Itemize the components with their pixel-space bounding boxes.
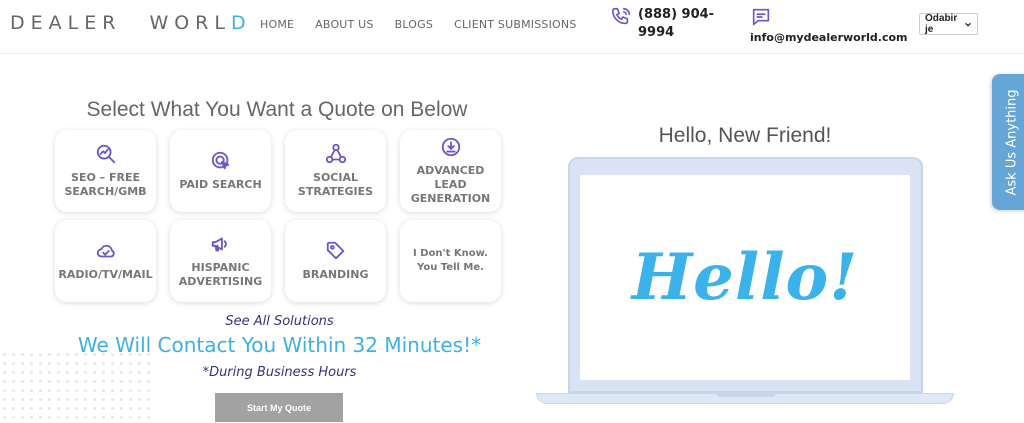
nav-home[interactable]: HOME <box>260 18 294 31</box>
quote-option-label: RADIO/TV/MAIL <box>58 268 153 281</box>
phone-number: (888) 904-9994 <box>638 7 715 40</box>
hero-title: Hello, New Friend! <box>658 124 832 147</box>
see-all-solutions-link[interactable]: See All Solutions <box>55 314 504 329</box>
business-hours-note: *During Business Hours <box>202 365 357 380</box>
laptop-screen: Hello! <box>580 175 910 380</box>
logo-word-world: WORLD <box>149 12 251 34</box>
language-select-value: Odabir je <box>925 13 958 35</box>
quote-option-paid-search[interactable]: PAID SEARCH <box>170 130 271 212</box>
quote-options-grid: SEO – FREE SEARCH/GMB PAID SEARCH SOCIAL… <box>55 130 501 302</box>
nav-client-submissions[interactable]: CLIENT SUBMISSIONS <box>454 18 576 31</box>
quote-title: Select What You Want a Quote on Below <box>86 98 468 121</box>
message-icon <box>752 8 770 26</box>
logo[interactable]: DEALER WORLD <box>10 12 252 34</box>
laptop-notch <box>716 393 776 397</box>
quote-option-label: PAID SEARCH <box>179 178 262 191</box>
main-nav: HOME ABOUT US BLOGS CLIENT SUBMISSIONS <box>260 18 577 31</box>
phone-icon <box>611 7 631 25</box>
cloud-check-icon <box>96 244 115 258</box>
quote-option-lead-gen[interactable]: ADVANCED LEAD GENERATION <box>400 130 501 212</box>
site-header: DEALER WORLD HOME ABOUT US BLOGS CLIENT … <box>0 0 1024 54</box>
quote-option-label: I Don't Know. You Tell Me. <box>413 248 488 273</box>
logo-word-dealer: DEALER <box>10 12 122 34</box>
language-select[interactable]: Odabir je <box>919 13 978 35</box>
quote-option-label: SEO – FREE SEARCH/GMB <box>64 171 147 198</box>
share-network-icon <box>325 143 346 164</box>
click-target-icon <box>211 151 229 170</box>
quote-option-social[interactable]: SOCIAL STRATEGIES <box>285 130 386 212</box>
quote-option-label: BRANDING <box>302 268 369 281</box>
ask-us-anything-tab[interactable]: Ask Us Anything <box>992 74 1024 210</box>
tag-icon <box>326 241 344 260</box>
start-quote-button[interactable]: Start My Quote <box>215 393 343 422</box>
decorative-dots <box>0 350 150 423</box>
quote-option-branding[interactable]: BRANDING <box>285 220 386 302</box>
logo-world-accent: D <box>230 12 252 34</box>
quote-option-label: HISPANIC ADVERTISING <box>178 261 263 288</box>
hello-text: Hello! <box>631 240 859 315</box>
quote-option-hispanic[interactable]: HISPANIC ADVERTISING <box>170 220 271 302</box>
contact-promise: We Will Contact You Within 32 Minutes!* <box>77 333 482 357</box>
page: DEALER WORLD HOME ABOUT US BLOGS CLIENT … <box>0 0 1024 423</box>
seo-chart-icon <box>96 144 115 164</box>
nav-about-us[interactable]: ABOUT US <box>315 18 373 31</box>
logo-world-main: WORL <box>149 12 231 34</box>
quote-option-label: ADVANCED LEAD GENERATION <box>410 164 491 205</box>
megaphone-icon <box>211 237 227 252</box>
quote-option-seo[interactable]: SEO – FREE SEARCH/GMB <box>55 130 156 212</box>
email-address: info@mydealerworld.com <box>750 31 908 44</box>
nav-blogs[interactable]: BLOGS <box>395 18 433 31</box>
quote-option-unsure[interactable]: I Don't Know. You Tell Me. <box>400 220 501 302</box>
email-contact[interactable]: info@mydealerworld.com <box>750 6 908 47</box>
ask-us-anything-label: Ask Us Anything <box>1004 88 1020 196</box>
chevron-down-icon <box>965 22 971 27</box>
quote-option-label: SOCIAL STRATEGIES <box>297 171 374 198</box>
download-circle-icon <box>441 137 460 157</box>
quote-option-radio-tv-mail[interactable]: RADIO/TV/MAIL <box>55 220 156 302</box>
